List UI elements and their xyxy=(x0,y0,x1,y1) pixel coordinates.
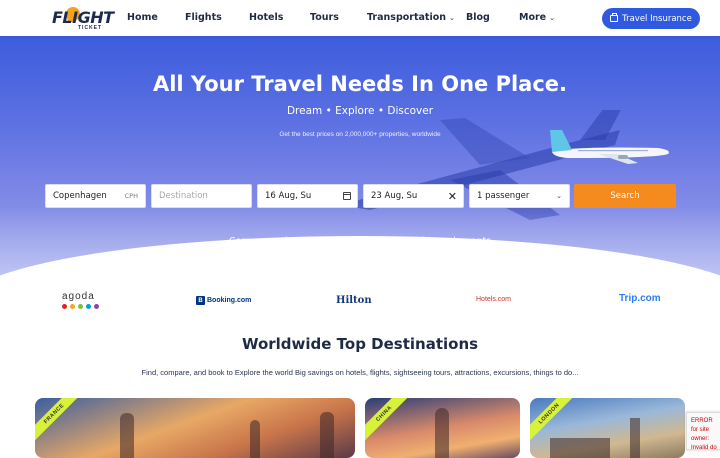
trip-logo[interactable]: Trip.com xyxy=(619,293,661,304)
chevron-down-icon: ⌄ xyxy=(556,192,562,200)
search-button[interactable]: Search xyxy=(574,184,676,208)
booking-mark-icon: B xyxy=(196,296,205,305)
nav-flights[interactable]: Flights xyxy=(185,12,222,23)
nav-transportation[interactable]: Transportation ⌄ xyxy=(367,12,455,23)
depart-date-field[interactable]: 16 Aug, Su xyxy=(257,184,358,208)
destinations-title: Worldwide Top Destinations xyxy=(241,335,479,353)
return-date-field[interactable]: 23 Aug, Su ✕ xyxy=(363,184,464,208)
chevron-down-icon: ⌄ xyxy=(549,13,555,22)
destinations-subtitle: Find, compare, and book to Explore the w… xyxy=(141,368,579,377)
hilton-logo[interactable]: Hilton xyxy=(336,295,372,306)
top-navbar: FLIGHT TICKET Home Flights Hotels Tours … xyxy=(0,0,720,36)
nav-home[interactable]: Home xyxy=(127,12,158,23)
logo-subtext: TICKET xyxy=(78,25,103,31)
nav-tours[interactable]: Tours xyxy=(310,12,339,23)
destination-tag: LONDON xyxy=(530,398,578,443)
destination-card-china[interactable]: CHINA xyxy=(365,398,520,458)
nav-more[interactable]: More ⌄ xyxy=(519,12,555,23)
origin-code: CPH xyxy=(124,192,138,200)
recaptcha-badge[interactable]: ERROR for site owner: Invalid do xyxy=(686,412,720,451)
travel-insurance-button[interactable]: Travel Insurance xyxy=(602,8,700,29)
passengers-select[interactable]: 1 passenger ⌄ xyxy=(469,184,570,208)
hero-subtitle: Dream • Explore • Discover xyxy=(286,105,434,117)
destination-card-london[interactable]: LONDON xyxy=(530,398,685,458)
agoda-logo[interactable]: agoda xyxy=(62,291,95,302)
booking-logo[interactable]: B Booking.com xyxy=(196,296,251,305)
agoda-dots xyxy=(62,304,99,309)
chevron-down-icon: ⌄ xyxy=(449,13,455,22)
close-icon[interactable]: ✕ xyxy=(448,190,457,203)
calendar-icon xyxy=(343,192,351,200)
nav-hotels[interactable]: Hotels xyxy=(249,12,283,23)
destination-card-france[interactable]: FRANCE xyxy=(35,398,355,458)
small-airplane-image xyxy=(550,130,669,164)
destination-input[interactable]: Destination xyxy=(151,184,252,208)
site-logo[interactable]: FLIGHT TICKET xyxy=(52,5,118,31)
hotels-logo[interactable]: Hotels.com xyxy=(476,296,511,303)
briefcase-icon xyxy=(610,13,619,22)
compare-text: Compare prices from leading airlines and… xyxy=(228,236,492,247)
hero-tagline: Get the best prices on 2,000,000+ proper… xyxy=(279,131,441,138)
destination-tag: FRANCE xyxy=(35,398,83,443)
hero-title: All Your Travel Needs In One Place. xyxy=(152,72,568,96)
origin-field[interactable]: Copenhagen CPH xyxy=(45,184,146,208)
nav-blog[interactable]: Blog xyxy=(466,12,490,23)
destination-tag: CHINA xyxy=(365,398,413,443)
